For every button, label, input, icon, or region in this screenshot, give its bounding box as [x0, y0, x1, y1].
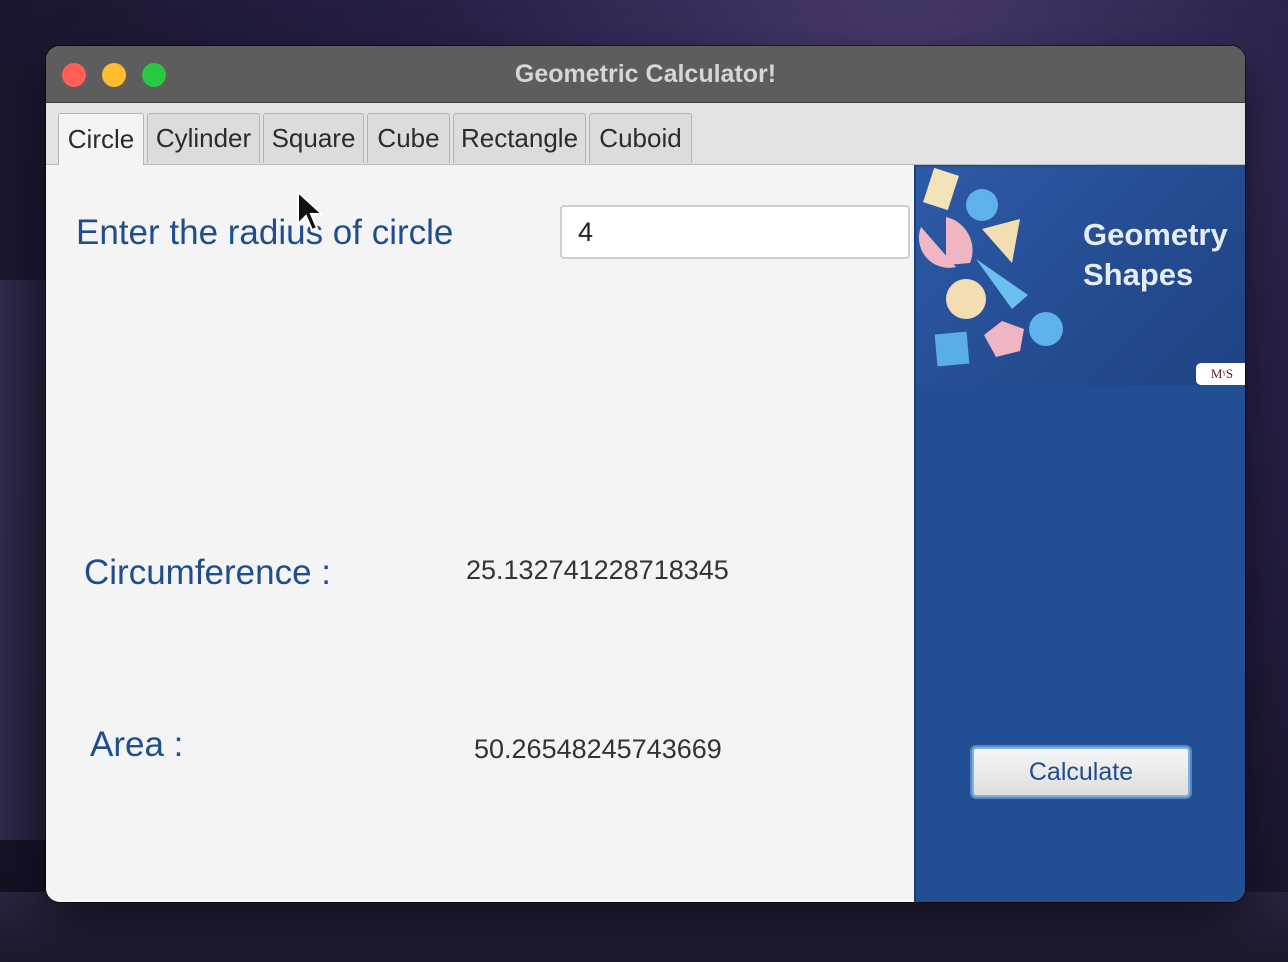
banner-title-line2: Shapes	[1083, 257, 1194, 292]
tab-rectangle[interactable]: Rectangle	[453, 113, 586, 163]
brand-logo: MᵞS	[1196, 363, 1245, 385]
tab-square[interactable]: Square	[263, 113, 364, 163]
window-title: Geometric Calculator!	[514, 60, 777, 88]
radius-input[interactable]	[560, 205, 910, 259]
circle-panel: Enter the radius of circle Circumference…	[46, 165, 914, 902]
tab-cuboid[interactable]: Cuboid	[589, 113, 692, 163]
background-desk	[0, 892, 1288, 962]
app-window: Geometric Calculator! Circle Cylinder Sq…	[46, 46, 1245, 902]
mouse-cursor-icon	[297, 190, 324, 232]
circumference-value: 25.132741228718345	[466, 555, 729, 585]
tab-cube[interactable]: Cube	[367, 113, 450, 163]
area-value: 50.26548245743669	[474, 734, 722, 764]
background-plant	[0, 280, 50, 840]
tab-cylinder[interactable]: Cylinder	[147, 113, 260, 163]
tab-bar: Circle Cylinder Square Cube Rectangle Cu…	[46, 103, 1245, 165]
banner-title: Geometry Shapes	[1083, 215, 1228, 295]
radius-label: Enter the radius of circle	[76, 213, 454, 252]
geometry-shapes-banner: Geometry Shapes MᵞS	[916, 167, 1245, 385]
shapes-illustration	[918, 167, 1063, 367]
banner-title-line1: Geometry	[1083, 217, 1228, 252]
tab-circle[interactable]: Circle	[58, 113, 144, 165]
calculate-button[interactable]: Calculate	[972, 747, 1190, 797]
title-bar: Geometric Calculator!	[46, 46, 1245, 103]
area-label: Area :	[90, 725, 184, 764]
circumference-label: Circumference :	[84, 553, 332, 592]
sidebar: Geometry Shapes MᵞS Calculate	[914, 165, 1245, 902]
